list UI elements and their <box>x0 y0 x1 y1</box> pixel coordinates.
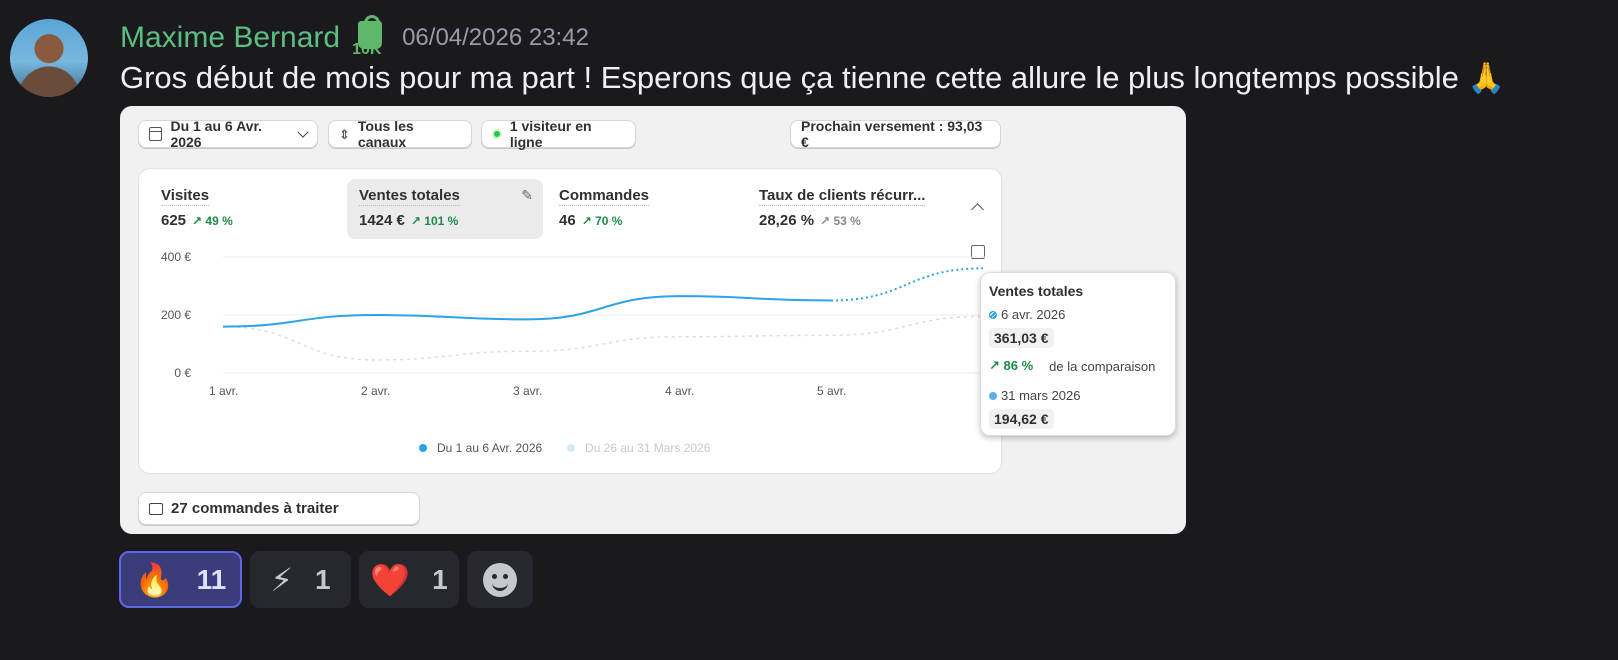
message-text: Gros début de mois pour ma part ! Espero… <box>120 60 1505 95</box>
x-tick-label: 1 avr. <box>209 384 238 398</box>
metric-orders[interactable]: Commandes 46 ↗ 70 % <box>547 179 743 239</box>
chevron-up-icon[interactable] <box>971 203 984 216</box>
fire-emoji-icon: 🔥 <box>134 561 175 598</box>
tooltip-previous-value: 194,62 € <box>989 409 1054 429</box>
pencil-icon[interactable]: ✎ <box>521 187 533 204</box>
shop-badge-icon: 10K <box>352 15 390 58</box>
lightning-emoji-icon: ⚡ <box>270 561 293 598</box>
date-range-button[interactable]: Du 1 au 6 Avr. 2026 <box>138 118 318 150</box>
analytics-card: Visites 625 ↗ 49 % Ventes totales ✎ 1424 … <box>138 168 1002 474</box>
sort-icon: ⇕ <box>339 126 350 142</box>
y-tick-label: 200 € <box>161 308 191 322</box>
x-tick-label: 2 avr. <box>361 384 390 398</box>
reaction-heart[interactable]: ❤️ 1 <box>359 551 459 608</box>
metric-returning-rate[interactable]: Taux de clients récurr... 28,26 % ↗ 53 % <box>747 179 967 239</box>
author-name[interactable]: Maxime Bernard <box>120 21 340 55</box>
series-line-current <box>222 295 832 328</box>
x-tick-label: 3 avr. <box>513 384 542 398</box>
x-tick-label: 4 avr. <box>665 384 694 398</box>
previous-series-icon <box>989 391 997 400</box>
series-line-current-partial <box>830 267 984 302</box>
pray-emoji-icon: 🙏 <box>1467 62 1505 95</box>
smile-icon <box>483 562 517 597</box>
legend-label: Du 1 au 6 Avr. 2026 <box>437 441 543 455</box>
reaction-fire[interactable]: 🔥 11 <box>119 551 242 608</box>
legend-marker <box>419 444 427 452</box>
orders-to-process-button[interactable]: 27 commandes à traiter <box>138 492 420 525</box>
inbox-icon <box>149 502 163 515</box>
legend-marker <box>567 444 575 452</box>
payout-button[interactable]: Prochain versement : 93,03 € <box>790 118 1001 150</box>
sales-line-chart: 400 € 200 € 0 € 1 avr. 2 avr. 3 avr. 4 avr. 5 … <box>161 250 985 455</box>
avatar[interactable] <box>10 19 88 97</box>
channels-button[interactable]: ⇕ Tous les canaux <box>328 118 472 150</box>
chevron-down-icon <box>297 126 309 138</box>
calendar-icon <box>149 127 163 141</box>
y-tick-label: 0 € <box>174 366 191 380</box>
series-line-previous <box>222 315 984 361</box>
metric-visits[interactable]: Visites 625 ↗ 49 % <box>149 179 345 239</box>
add-reaction-button[interactable] <box>467 551 533 608</box>
message-timestamp: 06/04/2026 23:42 <box>402 24 589 51</box>
online-dot-icon <box>492 129 502 139</box>
y-tick-label: 400 € <box>161 250 191 264</box>
chart-tooltip: Ventes totales 6 avr. 2026 361,03 € ↗ 86… <box>980 272 1176 436</box>
visitors-online-badge[interactable]: 1 visiteur en ligne <box>481 118 636 150</box>
tooltip-current-value: 361,03 € <box>989 328 1054 348</box>
heart-emoji-icon: ❤️ <box>370 561 411 598</box>
current-series-icon <box>989 310 997 319</box>
legend-label: Du 26 au 31 Mars 2026 <box>585 441 711 455</box>
reaction-lightning[interactable]: ⚡ 1 <box>250 551 351 608</box>
x-tick-label: 5 avr. <box>817 384 846 398</box>
metric-total-sales[interactable]: Ventes totales ✎ 1424 € ↗ 101 % <box>347 179 543 239</box>
